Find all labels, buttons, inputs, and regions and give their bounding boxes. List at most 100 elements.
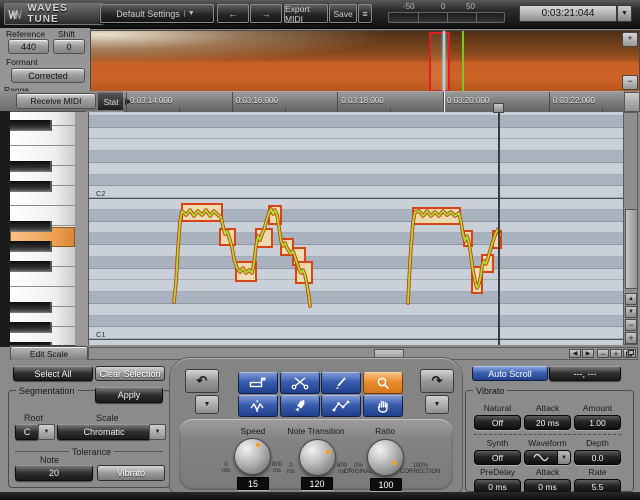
note-tolerance-value[interactable]: 20 xyxy=(15,465,93,481)
scroll-left-icon[interactable]: ◀ xyxy=(569,349,581,358)
undo-button[interactable]: ↶ xyxy=(185,369,219,393)
title-bar: WAVES TUNE Default Settings ▼ ← → Export… xyxy=(0,0,640,29)
scroll-down-icon[interactable]: ▼ xyxy=(625,306,637,318)
waveform-select[interactable]: ▼ xyxy=(524,450,571,465)
shift-value-field[interactable]: 0 xyxy=(53,39,85,54)
vibrato-tool-button[interactable] xyxy=(238,395,278,417)
pitch-edit-grid[interactable]: C2C1 xyxy=(88,112,623,345)
glue-tool-button[interactable] xyxy=(280,395,320,417)
predelay-label: PreDelay xyxy=(474,467,521,477)
horizontal-zoom-out-icon[interactable]: − xyxy=(597,349,609,358)
edit-cursor-line[interactable] xyxy=(498,112,500,345)
wave-icon xyxy=(249,399,267,413)
horizontal-zoom-in-icon[interactable]: + xyxy=(610,349,622,358)
piano-key-black[interactable] xyxy=(10,120,52,131)
pitch-curve-corrected xyxy=(174,209,310,306)
piano-key-black[interactable] xyxy=(10,161,52,172)
root-select[interactable]: C xyxy=(15,424,39,440)
vibrato-divider xyxy=(474,434,621,435)
note-edit-tool-button[interactable] xyxy=(238,372,278,394)
zoom-fit-icon[interactable] xyxy=(623,349,636,358)
vertical-zoom-in-icon[interactable]: + xyxy=(625,332,637,344)
undo-history-dropdown[interactable]: ▼ xyxy=(195,395,219,414)
clear-selection-button[interactable]: Clear Selection xyxy=(95,366,165,381)
forward-arrow-icon: → xyxy=(262,9,271,19)
pencil-tool-button[interactable] xyxy=(321,372,361,394)
piano-key-black[interactable] xyxy=(10,302,52,313)
piano-key-black[interactable] xyxy=(10,181,52,192)
vibrato-title: Vibrato xyxy=(473,386,507,396)
hand-tool-button[interactable] xyxy=(363,395,403,417)
redo-history-dropdown[interactable]: ▼ xyxy=(425,395,449,414)
speed-knob[interactable] xyxy=(234,438,271,475)
edit-cursor-handle[interactable] xyxy=(493,103,504,113)
menu-icon[interactable]: ≡ xyxy=(358,4,372,23)
meter-label-plus50: 50 xyxy=(466,2,475,11)
preset-name: Default Settings xyxy=(116,9,180,19)
vertical-scrollbar[interactable]: ▲ ▼ − + xyxy=(623,112,638,345)
scale-select[interactable]: Chromatic xyxy=(57,424,151,440)
zoom-tool-button[interactable] xyxy=(363,372,403,394)
preset-selector[interactable]: Default Settings ▼ xyxy=(100,4,214,23)
overview-marker-line xyxy=(462,31,464,91)
scissors-icon xyxy=(291,376,309,390)
ratio-knob-label: Ratio xyxy=(368,426,402,436)
ruler-tick-label: 0:03:18:000 xyxy=(341,96,383,105)
redo-dropdown-icon: ▼ xyxy=(434,401,441,408)
node-curve-icon xyxy=(332,399,350,413)
apply-button[interactable]: Apply xyxy=(95,387,163,403)
scale-dropdown-icon[interactable]: ▼ xyxy=(149,424,166,440)
export-midi-button[interactable]: Export MIDI xyxy=(284,4,328,23)
note-transition-knob-label: Note Transition xyxy=(281,426,351,436)
song-overview-strip[interactable]: + − xyxy=(90,30,640,92)
synth-toggle[interactable]: Off xyxy=(474,450,521,465)
root-dropdown-icon[interactable]: ▼ xyxy=(38,424,55,440)
ratio-value-display[interactable]: 100 xyxy=(370,478,402,491)
overview-zoom-out-button[interactable]: − xyxy=(622,75,638,90)
piano-key-black[interactable] xyxy=(10,322,52,333)
segmentation-title: Segmentation xyxy=(16,386,78,396)
formant-mode-button[interactable]: Corrected xyxy=(11,68,85,83)
redo-button[interactable]: ↷ xyxy=(420,369,454,393)
waves-tune-plugin-window: WAVES TUNE Default Settings ▼ ← → Export… xyxy=(0,0,640,500)
scroll-right-icon[interactable]: ▶ xyxy=(582,349,594,358)
time-ruler[interactable]: ▶ 0:03:14:0000:03:16:0000:03:18:0000:03:… xyxy=(123,91,624,113)
auto-scroll-button[interactable]: Auto Scroll xyxy=(472,366,548,381)
waveform-label: Waveform xyxy=(524,438,571,448)
piano-key-black[interactable] xyxy=(10,261,52,272)
previous-preset-button[interactable]: ← xyxy=(217,4,249,23)
note-transition-knob[interactable] xyxy=(299,439,336,476)
vertical-scroll-thumb[interactable] xyxy=(625,209,638,289)
piano-keyboard[interactable] xyxy=(10,112,75,346)
overview-playhead-line xyxy=(443,31,445,91)
scissors-tool-button[interactable] xyxy=(280,372,320,394)
redo-icon: ↷ xyxy=(432,373,443,389)
keyboard-grid-divider xyxy=(75,112,89,345)
vibrato-tolerance-button[interactable]: Vibrato xyxy=(97,465,165,481)
amount-value[interactable]: 1.00 xyxy=(574,415,621,430)
vertical-zoom-out-icon[interactable]: − xyxy=(625,319,637,331)
receive-midi-button[interactable]: Receive MIDI xyxy=(16,93,96,109)
pitch-correction-meter xyxy=(388,12,505,23)
select-all-button[interactable]: Select All xyxy=(13,366,93,381)
ruler-corner-box[interactable] xyxy=(624,92,640,112)
natural-toggle[interactable]: Off xyxy=(474,415,521,430)
scroll-up-icon[interactable]: ▲ xyxy=(625,293,637,305)
note-transition-value-display[interactable]: 120 xyxy=(301,477,333,490)
curve-tool-button[interactable] xyxy=(321,395,361,417)
preset-dropdown-icon[interactable]: ▼ xyxy=(184,10,198,17)
depth-value[interactable]: 0.0 xyxy=(574,450,621,465)
glue-icon xyxy=(291,399,309,413)
piano-key-black[interactable] xyxy=(10,221,52,232)
overview-zoom-in-button[interactable]: + xyxy=(622,32,638,47)
timecode-format-dropdown[interactable]: ▼ xyxy=(617,5,632,22)
next-preset-button[interactable]: → xyxy=(250,4,282,23)
piano-key-black[interactable] xyxy=(10,241,52,252)
vibrato-attack-value[interactable]: 20 ms xyxy=(524,415,571,430)
waveform-dropdown-icon[interactable]: ▼ xyxy=(557,451,570,464)
save-button[interactable]: Save xyxy=(329,4,357,23)
edit-scale-button[interactable]: Edit Scale xyxy=(10,346,88,361)
speed-value-display[interactable]: 15 xyxy=(237,477,269,490)
reference-value-field[interactable]: 440 xyxy=(8,39,49,54)
overview-view-rectangle[interactable] xyxy=(429,32,450,92)
